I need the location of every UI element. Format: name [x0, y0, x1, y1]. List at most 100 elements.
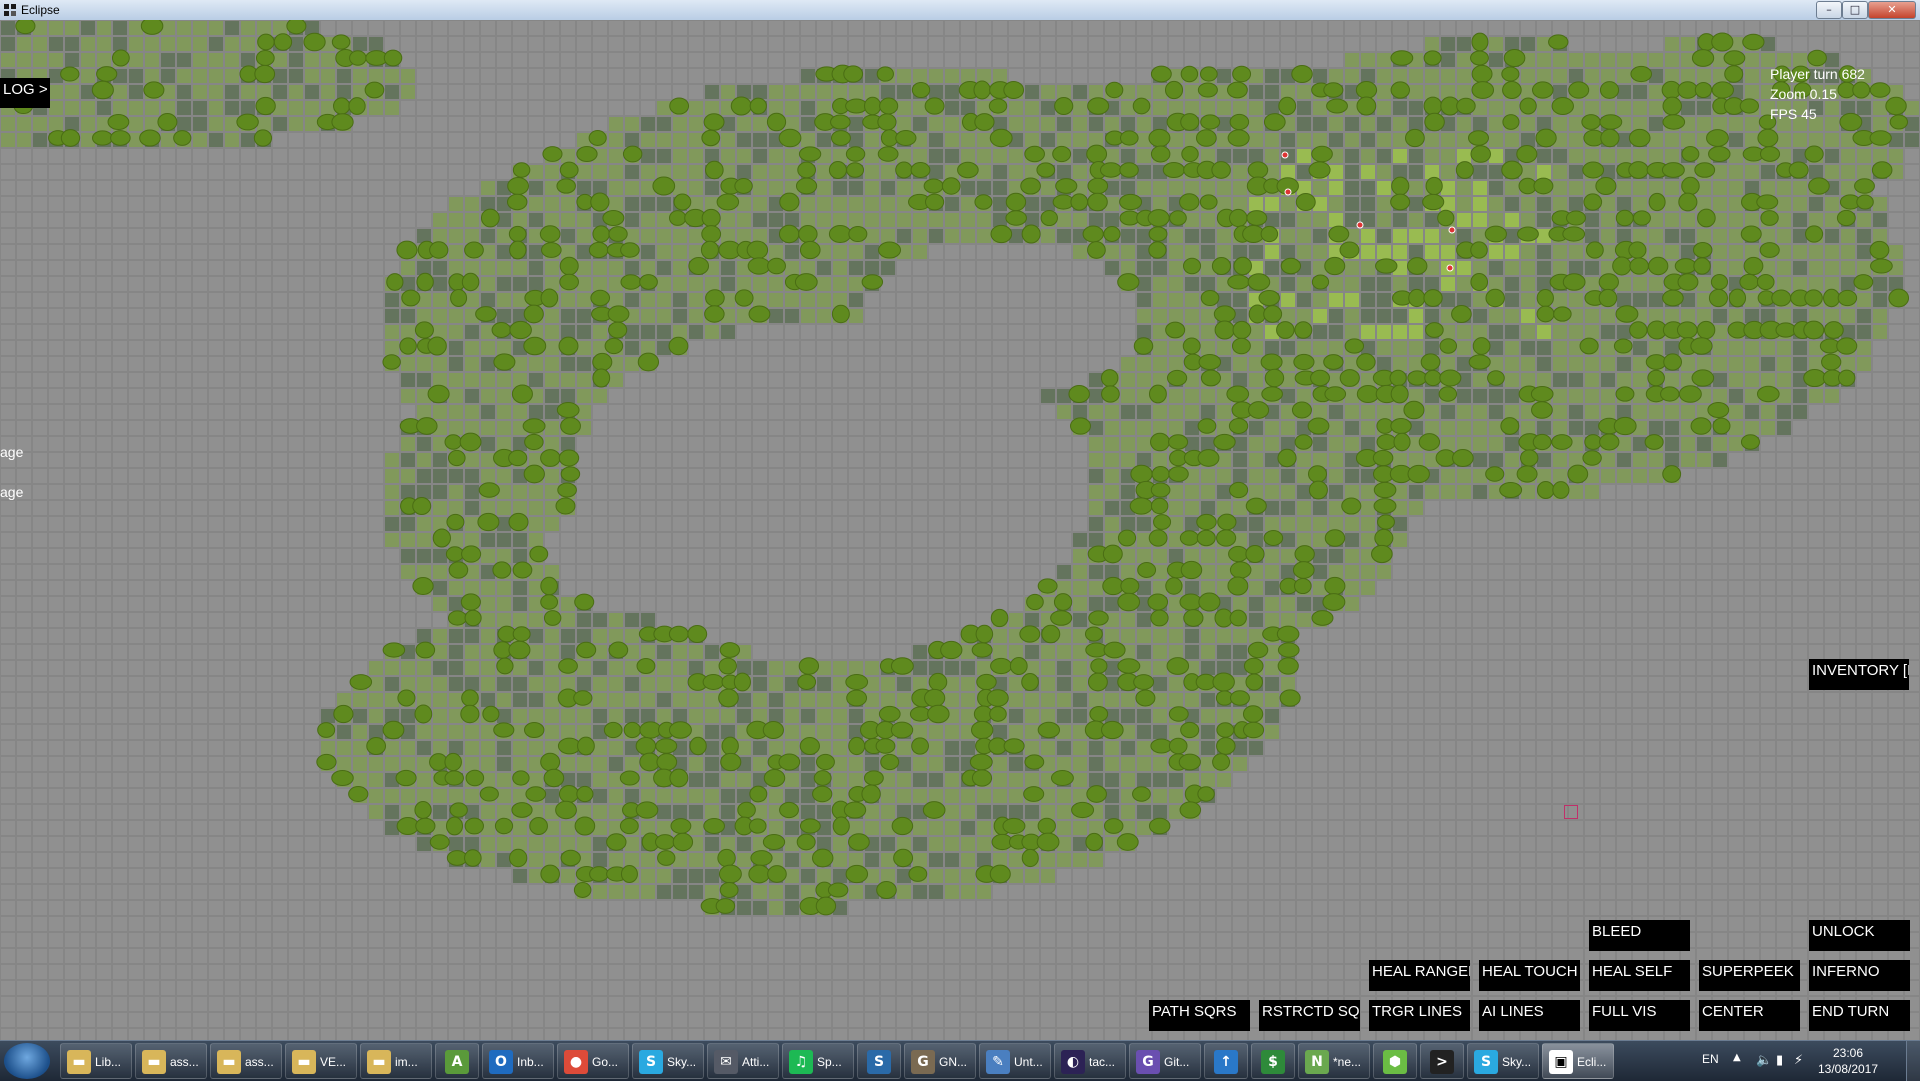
minimize-button[interactable]: –	[1816, 1, 1842, 19]
taskbar-item-gimp[interactable]: G GN...	[904, 1043, 976, 1079]
path-squares-button[interactable]: PATH SQRS	[1149, 1000, 1250, 1031]
log-button[interactable]: LOG >	[0, 78, 50, 108]
taskbar-item-dollar[interactable]: $	[1251, 1043, 1295, 1079]
player-turn-text: Player turn 682	[1770, 66, 1865, 82]
inferno-button[interactable]: INFERNO	[1809, 960, 1910, 991]
taskbar-item-label: Sp...	[817, 1055, 842, 1069]
taskbar-item-chat[interactable]: ✉ Atti...	[707, 1043, 779, 1079]
taskbar-item-label: Inb...	[517, 1055, 544, 1069]
gimp-icon: G	[911, 1050, 935, 1074]
language-indicator[interactable]: EN	[1702, 1052, 1719, 1066]
taskbar-item-label: Atti...	[742, 1055, 770, 1069]
heal-touch-button[interactable]: HEAL TOUCH	[1479, 960, 1580, 991]
taskbar-item-upload[interactable]: ↑	[1204, 1043, 1248, 1079]
center-button[interactable]: CENTER	[1699, 1000, 1800, 1031]
zoom-text: Zoom 0.15	[1770, 86, 1837, 102]
selection-marker	[1564, 805, 1578, 819]
taskbar-item-label: VE...	[320, 1055, 347, 1069]
system-clock[interactable]: 23:06 13/08/2017	[1808, 1045, 1888, 1077]
game-map[interactable]	[0, 20, 1920, 1040]
taskbar-item-label: GN...	[939, 1055, 968, 1069]
taskbar-item-skype[interactable]: S Sky...	[632, 1043, 704, 1079]
taskbar-item-label: Sky...	[667, 1055, 697, 1069]
restricted-squares-button[interactable]: RSTRCTD SQRS	[1259, 1000, 1360, 1031]
unlock-button[interactable]: UNLOCK	[1809, 920, 1910, 951]
start-button[interactable]	[4, 1043, 50, 1079]
outlook-icon: O	[489, 1050, 513, 1074]
window-title: Eclipse	[21, 3, 60, 17]
hexagon-icon: ⬢	[1383, 1050, 1407, 1074]
show-desktop-button[interactable]	[1906, 1041, 1920, 1081]
bleed-button[interactable]: BLEED	[1589, 920, 1690, 951]
window-titlebar: Eclipse – □ ✕	[0, 0, 1920, 21]
taskbar-item-notepad[interactable]: N *ne...	[1298, 1043, 1370, 1079]
taskbar-item-hexagon[interactable]: ⬢	[1373, 1043, 1417, 1079]
taskbar-item-outlook[interactable]: O Inb...	[482, 1043, 554, 1079]
taskbar-item-label: ass...	[170, 1055, 199, 1069]
side-label-1: age	[0, 444, 24, 460]
trigger-lines-button[interactable]: TRGR LINES	[1369, 1000, 1470, 1031]
taskbar-item-folder[interactable]: ▬ ass...	[135, 1043, 207, 1079]
spotify-icon: ♫	[789, 1050, 813, 1074]
taskbar-item-folder[interactable]: ▬ ass...	[210, 1043, 282, 1079]
heal-ranged-button[interactable]: HEAL RANGED	[1369, 960, 1470, 991]
power-icon[interactable]: ⚡	[1794, 1053, 1803, 1068]
maximize-button[interactable]: □	[1842, 1, 1868, 19]
notepad-icon: N	[1305, 1050, 1329, 1074]
taskbar-item-game-window[interactable]: ▣ Ecli...	[1542, 1043, 1614, 1079]
taskbar-item-terminal[interactable]: >	[1420, 1043, 1464, 1079]
game-window-icon: ▣	[1549, 1050, 1573, 1074]
end-turn-button[interactable]: END TURN	[1809, 1000, 1910, 1031]
android-studio-icon: A	[445, 1050, 469, 1074]
superpeek-button[interactable]: SUPERPEEK	[1699, 960, 1800, 991]
taskbar-item-skype[interactable]: S Sky...	[1467, 1043, 1539, 1079]
folder-icon: ▬	[67, 1050, 91, 1074]
folder-icon: ▬	[367, 1050, 391, 1074]
taskbar-item-spotify[interactable]: ♫ Sp...	[782, 1043, 854, 1079]
taskbar-item-label: Ecli...	[1577, 1055, 1607, 1069]
clock-date: 13/08/2017	[1817, 1062, 1879, 1076]
full-visibility-button[interactable]: FULL VIS	[1589, 1000, 1690, 1031]
folder-icon: ▬	[142, 1050, 166, 1074]
side-label-2: age	[0, 484, 24, 500]
terminal-icon: >	[1430, 1050, 1454, 1074]
github-icon: G	[1136, 1050, 1160, 1074]
taskbar-item-folder[interactable]: ▬ Lib...	[60, 1043, 132, 1079]
taskbar: ▬ Lib... ▬ ass... ▬ ass... ▬ VE... ▬ im... A O Inb..…	[0, 1040, 1920, 1081]
game-viewport[interactable]: LOG > Player turn 682 Zoom 0.15 FPS 45 a…	[0, 20, 1920, 1040]
inventory-button[interactable]: INVENTORY [I]	[1809, 659, 1909, 690]
taskbar-item-github[interactable]: G Git...	[1129, 1043, 1201, 1079]
taskbar-item-label: Lib...	[95, 1055, 122, 1069]
fps-text: FPS 45	[1770, 106, 1817, 122]
taskbar-item-label: *ne...	[1333, 1055, 1362, 1069]
volume-icon[interactable]: 🔈	[1756, 1053, 1772, 1068]
taskbar-item-folder[interactable]: ▬ VE...	[285, 1043, 357, 1079]
tray-expand-icon[interactable]: ▲	[1733, 1052, 1741, 1063]
paint-icon: ✎	[986, 1050, 1010, 1074]
steam-icon: S	[867, 1050, 891, 1074]
heal-self-button[interactable]: HEAL SELF	[1589, 960, 1690, 991]
taskbar-item-chrome[interactable]: ● Go...	[557, 1043, 629, 1079]
taskbar-item-android-studio[interactable]: A	[435, 1043, 479, 1079]
taskbar-item-steam[interactable]: S	[857, 1043, 901, 1079]
folder-icon: ▬	[292, 1050, 316, 1074]
taskbar-item-label: ass...	[245, 1055, 274, 1069]
clock-time: 23:06	[1832, 1046, 1864, 1060]
skype-icon: S	[639, 1050, 663, 1074]
stats-overlay: Player turn 682 Zoom 0.15 FPS 45	[1770, 64, 1865, 124]
chat-icon: ✉	[714, 1050, 738, 1074]
eclipse-app-icon	[4, 4, 16, 16]
taskbar-item-label: Unt...	[1014, 1055, 1043, 1069]
chrome-icon: ●	[564, 1050, 588, 1074]
taskbar-item-label: im...	[395, 1055, 418, 1069]
taskbar-item-paint[interactable]: ✎ Unt...	[979, 1043, 1051, 1079]
upload-icon: ↑	[1214, 1050, 1238, 1074]
taskbar-item-folder[interactable]: ▬ im...	[360, 1043, 432, 1079]
ai-lines-button[interactable]: AI LINES	[1479, 1000, 1580, 1031]
network-icon[interactable]: ▮	[1776, 1053, 1783, 1068]
taskbar-item-eclipse[interactable]: ◐ tac...	[1054, 1043, 1126, 1079]
close-button[interactable]: ✕	[1868, 1, 1916, 19]
skype-icon: S	[1474, 1050, 1498, 1074]
folder-icon: ▬	[217, 1050, 241, 1074]
taskbar-item-label: Go...	[592, 1055, 619, 1069]
